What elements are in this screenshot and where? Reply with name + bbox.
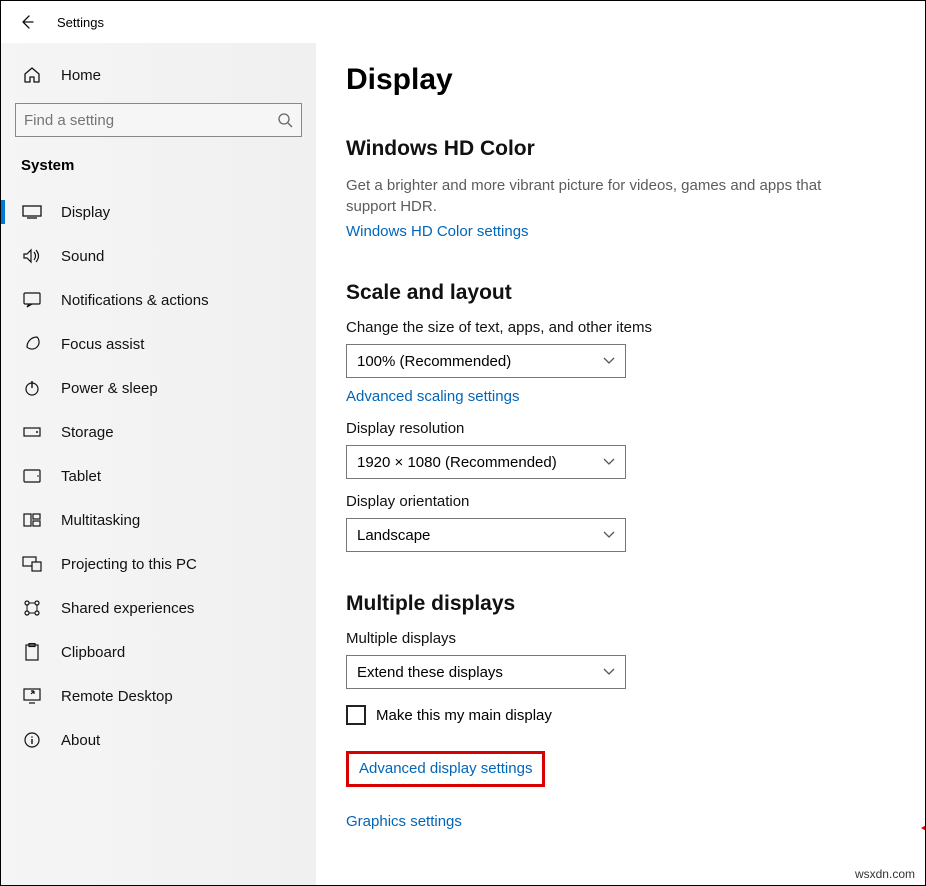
back-button[interactable] (13, 8, 41, 36)
resolution-value: 1920 × 1080 (Recommended) (357, 454, 557, 471)
sidebar-item-display[interactable]: Display (1, 190, 316, 234)
chevron-down-icon (603, 357, 615, 365)
orientation-value: Landscape (357, 527, 430, 544)
sidebar-item-label: Remote Desktop (61, 688, 173, 705)
sidebar-item-notifications[interactable]: Notifications & actions (1, 278, 316, 322)
chevron-down-icon (603, 458, 615, 466)
main-display-checkbox[interactable]: Make this my main display (346, 705, 895, 725)
sidebar-item-label: Notifications & actions (61, 292, 209, 309)
sidebar-item-label: Clipboard (61, 644, 125, 661)
text-size-combo[interactable]: 100% (Recommended) (346, 344, 626, 378)
orientation-combo[interactable]: Landscape (346, 518, 626, 552)
remote-desktop-icon (21, 688, 43, 704)
home-icon (21, 66, 43, 84)
sidebar-item-projecting[interactable]: Projecting to this PC (1, 542, 316, 586)
storage-icon (21, 427, 43, 437)
annotation-highlight: Advanced display settings (346, 751, 545, 787)
sidebar-item-label: Display (61, 204, 110, 221)
sidebar-home-label: Home (61, 67, 101, 84)
multiple-displays-combo[interactable]: Extend these displays (346, 655, 626, 689)
resolution-label: Display resolution (346, 420, 895, 437)
hd-color-desc: Get a brighter and more vibrant picture … (346, 175, 826, 217)
notifications-icon (21, 292, 43, 308)
multiple-displays-label: Multiple displays (346, 630, 895, 647)
sidebar-item-sound[interactable]: Sound (1, 234, 316, 278)
sidebar-item-focus-assist[interactable]: Focus assist (1, 322, 316, 366)
text-size-label: Change the size of text, apps, and other… (346, 319, 895, 336)
search-input[interactable] (15, 103, 302, 137)
advanced-display-settings-link[interactable]: Advanced display settings (359, 760, 532, 777)
page-title: Display (346, 63, 895, 97)
sound-icon (21, 248, 43, 264)
sidebar-item-multitasking[interactable]: Multitasking (1, 498, 316, 542)
multitasking-icon (21, 513, 43, 527)
focus-assist-icon (21, 335, 43, 353)
about-icon (21, 732, 43, 748)
resolution-combo[interactable]: 1920 × 1080 (Recommended) (346, 445, 626, 479)
sidebar-item-power-sleep[interactable]: Power & sleep (1, 366, 316, 410)
shared-icon (21, 599, 43, 617)
hd-color-settings-link[interactable]: Windows HD Color settings (346, 223, 529, 240)
sidebar-item-about[interactable]: About (1, 718, 316, 762)
main-display-checkbox-label: Make this my main display (376, 707, 552, 724)
search-icon (277, 112, 293, 128)
projecting-icon (21, 556, 43, 572)
app-title: Settings (57, 15, 104, 30)
multiple-displays-value: Extend these displays (357, 664, 503, 681)
sidebar-item-clipboard[interactable]: Clipboard (1, 630, 316, 674)
sidebar-item-storage[interactable]: Storage (1, 410, 316, 454)
sidebar-item-label: Power & sleep (61, 380, 158, 397)
titlebar: Settings (1, 1, 925, 43)
back-arrow-icon (19, 14, 35, 30)
annotation-arrow-icon (921, 818, 925, 838)
sidebar-item-shared-experiences[interactable]: Shared experiences (1, 586, 316, 630)
orientation-label: Display orientation (346, 493, 895, 510)
hd-color-heading: Windows HD Color (346, 137, 895, 161)
sidebar-item-remote-desktop[interactable]: Remote Desktop (1, 674, 316, 718)
sidebar-item-label: Tablet (61, 468, 101, 485)
watermark: wsxdn.com (855, 867, 915, 881)
sidebar: Home System Display Sound Notifications … (1, 43, 316, 885)
graphics-settings-link[interactable]: Graphics settings (346, 813, 462, 830)
clipboard-icon (21, 643, 43, 661)
sidebar-item-label: Projecting to this PC (61, 556, 197, 573)
sidebar-group-system: System (1, 153, 316, 190)
tablet-icon (21, 469, 43, 483)
chevron-down-icon (603, 531, 615, 539)
sidebar-item-tablet[interactable]: Tablet (1, 454, 316, 498)
multiple-displays-heading: Multiple displays (346, 592, 895, 616)
sidebar-item-label: Focus assist (61, 336, 144, 353)
content-panel: Display Windows HD Color Get a brighter … (316, 43, 925, 885)
sidebar-item-label: Sound (61, 248, 104, 265)
display-icon (21, 205, 43, 219)
sidebar-item-label: Multitasking (61, 512, 140, 529)
search-field[interactable] (24, 112, 277, 129)
sidebar-item-label: Storage (61, 424, 114, 441)
chevron-down-icon (603, 668, 615, 676)
checkbox-box-icon (346, 705, 366, 725)
power-icon (21, 380, 43, 396)
text-size-value: 100% (Recommended) (357, 353, 511, 370)
sidebar-home[interactable]: Home (1, 53, 316, 97)
scale-layout-heading: Scale and layout (346, 281, 895, 305)
sidebar-item-label: About (61, 732, 100, 749)
sidebar-item-label: Shared experiences (61, 600, 194, 617)
advanced-scaling-link[interactable]: Advanced scaling settings (346, 388, 519, 405)
